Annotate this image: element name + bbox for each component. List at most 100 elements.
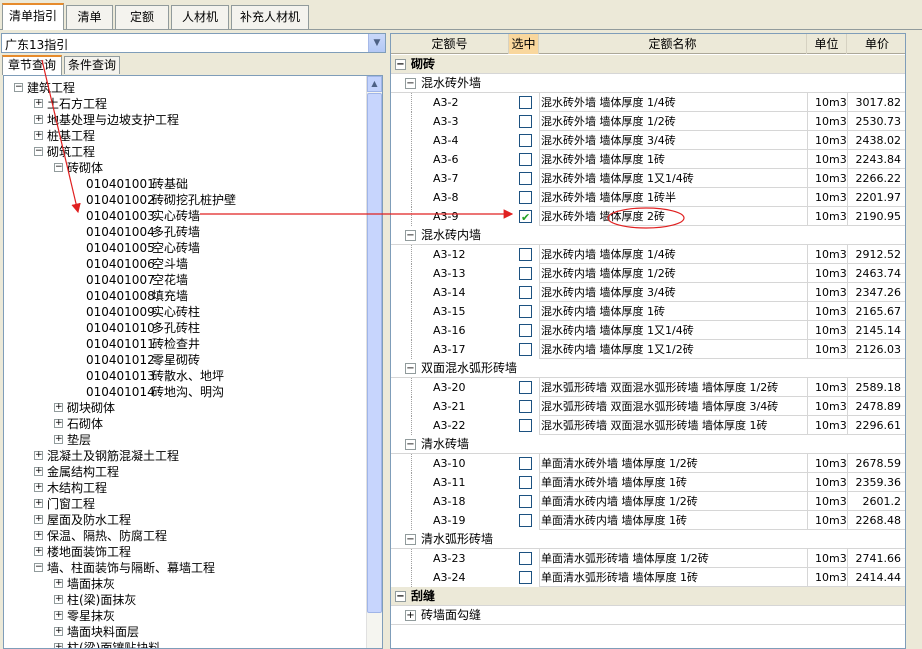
quota-row[interactable]: A3-2 混水砖外墙 墙体厚度 1/4砖 10m3 3017.82 — [391, 93, 905, 112]
quota-row[interactable]: A3-13 混水砖内墙 墙体厚度 1/2砖 10m3 2463.74 — [391, 264, 905, 283]
tab-labor-material-machine[interactable]: 人材机 — [171, 5, 229, 29]
select-checkbox[interactable] — [519, 457, 532, 470]
group-row[interactable]: − 砌砖 — [391, 55, 905, 74]
select-checkbox[interactable] — [519, 476, 532, 489]
quota-row[interactable]: A3-24 单面清水弧形砖墙 墙体厚度 1砖 10m3 2414.44 — [391, 568, 905, 587]
select-checkbox[interactable] — [519, 305, 532, 318]
quota-row[interactable]: A3-14 混水砖内墙 墙体厚度 3/4砖 10m3 2347.26 — [391, 283, 905, 302]
quota-row[interactable]: A3-11 单面清水砖外墙 墙体厚度 1砖 10m3 2359.36 — [391, 473, 905, 492]
select-checkbox[interactable] — [519, 96, 532, 109]
select-checkbox[interactable] — [519, 208, 532, 227]
expand-icon[interactable]: + — [34, 515, 43, 524]
select-checkbox[interactable] — [519, 419, 532, 432]
scroll-thumb[interactable] — [367, 93, 382, 613]
subgroup-row[interactable]: − 双面混水弧形砖墙 — [391, 359, 905, 378]
select-checkbox[interactable] — [519, 286, 532, 299]
header-unit[interactable]: 单位 — [807, 34, 847, 54]
quota-row[interactable]: A3-7 混水砖外墙 墙体厚度 1又1/4砖 10m3 2266.22 — [391, 169, 905, 188]
quota-row[interactable]: A3-15 混水砖内墙 墙体厚度 1砖 10m3 2165.67 — [391, 302, 905, 321]
header-price[interactable]: 单价 — [847, 34, 905, 54]
collapse-icon[interactable]: − — [395, 591, 406, 602]
collapse-icon[interactable]: − — [405, 534, 416, 545]
collapse-icon[interactable]: − — [405, 363, 416, 374]
chapter-tree[interactable]: ▲ − 建筑工程 + 土石方工程 + 地基处理与边坡支护工程 + 桩基工程 − 砌筑工程 − 砖砌体 0… — [3, 75, 383, 649]
expand-icon[interactable]: + — [34, 99, 43, 108]
expand-icon[interactable]: + — [54, 611, 63, 620]
select-checkbox[interactable] — [519, 115, 532, 128]
expand-icon[interactable]: + — [54, 627, 63, 636]
collapse-icon[interactable]: − — [405, 78, 416, 89]
select-checkbox[interactable] — [519, 514, 532, 527]
expand-icon[interactable]: + — [54, 643, 63, 648]
collapse-icon[interactable]: − — [54, 163, 63, 172]
quota-row[interactable]: A3-21 混水弧形砖墙 双面混水弧形砖墙 墙体厚度 3/4砖 10m3 2478.8… — [391, 397, 905, 416]
tab-list-guide[interactable]: 清单指引 — [2, 3, 64, 30]
select-checkbox[interactable] — [519, 343, 532, 356]
tab-chapter-query[interactable]: 章节查询 — [2, 55, 62, 75]
tree-scrollbar[interactable]: ▲ — [366, 76, 382, 648]
expand-icon[interactable]: + — [34, 131, 43, 140]
quota-row[interactable]: A3-6 混水砖外墙 墙体厚度 1砖 10m3 2243.84 — [391, 150, 905, 169]
expand-icon[interactable]: + — [34, 115, 43, 124]
chevron-down-icon[interactable]: ▼ — [368, 34, 385, 52]
expand-icon[interactable]: + — [54, 435, 63, 444]
subgroup-row[interactable]: − 清水弧形砖墙 — [391, 530, 905, 549]
select-checkbox[interactable] — [519, 571, 532, 584]
tab-supplement-lmm[interactable]: 补充人材机 — [231, 5, 309, 29]
expand-icon[interactable]: + — [405, 610, 416, 621]
select-checkbox[interactable] — [519, 191, 532, 204]
tab-quota[interactable]: 定额 — [115, 5, 169, 29]
select-checkbox[interactable] — [519, 248, 532, 261]
tab-condition-query[interactable]: 条件查询 — [64, 56, 120, 74]
quota-row[interactable]: A3-10 单面清水砖外墙 墙体厚度 1/2砖 10m3 2678.59 — [391, 454, 905, 473]
quota-row[interactable]: A3-17 混水砖内墙 墙体厚度 1又1/2砖 10m3 2126.03 — [391, 340, 905, 359]
select-checkbox[interactable] — [519, 134, 532, 147]
select-checkbox[interactable] — [519, 381, 532, 394]
select-checkbox[interactable] — [519, 172, 532, 185]
expand-icon[interactable]: + — [34, 451, 43, 460]
expand-icon[interactable]: + — [54, 595, 63, 604]
expand-icon[interactable]: + — [54, 419, 63, 428]
quota-row[interactable]: A3-9 混水砖外墙 墙体厚度 2砖 10m3 2190.95 — [391, 207, 905, 227]
quota-row[interactable]: A3-18 单面清水砖内墙 墙体厚度 1/2砖 10m3 2601.2 — [391, 492, 905, 511]
expand-icon[interactable]: + — [34, 483, 43, 492]
collapse-icon[interactable]: − — [34, 563, 43, 572]
collapse-icon[interactable]: − — [405, 230, 416, 241]
collapse-icon[interactable]: − — [14, 83, 23, 92]
select-checkbox[interactable] — [519, 267, 532, 280]
tab-list[interactable]: 清单 — [66, 5, 113, 29]
quota-row[interactable]: A3-12 混水砖内墙 墙体厚度 1/4砖 10m3 2912.52 — [391, 245, 905, 264]
quota-row[interactable]: A3-8 混水砖外墙 墙体厚度 1砖半 10m3 2201.97 — [391, 188, 905, 207]
scroll-up-icon[interactable]: ▲ — [367, 76, 382, 92]
guide-combo[interactable]: 广东13指引 ▼ — [1, 33, 386, 53]
quota-row[interactable]: A3-16 混水砖内墙 墙体厚度 1又1/4砖 10m3 2145.14 — [391, 321, 905, 340]
select-checkbox[interactable] — [519, 495, 532, 508]
subgroup-row[interactable]: − 混水砖内墙 — [391, 226, 905, 245]
select-checkbox[interactable] — [519, 552, 532, 565]
header-quota-name[interactable]: 定额名称 — [539, 34, 807, 54]
header-selected[interactable]: 选中 — [509, 34, 539, 54]
select-checkbox[interactable] — [519, 400, 532, 413]
quota-row[interactable]: A3-22 混水弧形砖墙 双面混水弧形砖墙 墙体厚度 1砖 10m3 2296.61 — [391, 416, 905, 435]
collapse-icon[interactable]: − — [34, 147, 43, 156]
collapse-icon[interactable]: − — [405, 439, 416, 450]
subgroup-row[interactable]: − 清水砖墙 — [391, 435, 905, 454]
expand-icon[interactable]: + — [54, 579, 63, 588]
expand-icon[interactable]: + — [54, 403, 63, 412]
quota-row[interactable]: A3-19 单面清水砖内墙 墙体厚度 1砖 10m3 2268.48 — [391, 511, 905, 530]
collapse-icon[interactable]: − — [395, 59, 406, 70]
expand-icon[interactable]: + — [34, 531, 43, 540]
header-quota-code[interactable]: 定额号 — [391, 34, 509, 54]
expand-icon[interactable]: + — [34, 499, 43, 508]
expand-icon[interactable]: + — [34, 547, 43, 556]
select-checkbox[interactable] — [519, 324, 532, 337]
group-row[interactable]: − 刮缝 — [391, 587, 905, 606]
subgroup-row[interactable]: − 混水砖外墙 — [391, 74, 905, 93]
expand-icon[interactable]: + — [34, 467, 43, 476]
subgroup-row[interactable]: + 砖墙面勾缝 — [391, 606, 905, 625]
quota-row[interactable]: A3-20 混水弧形砖墙 双面混水弧形砖墙 墙体厚度 1/2砖 10m3 2589.1… — [391, 378, 905, 397]
select-checkbox[interactable] — [519, 153, 532, 166]
quota-row[interactable]: A3-4 混水砖外墙 墙体厚度 3/4砖 10m3 2438.02 — [391, 131, 905, 150]
quota-row[interactable]: A3-3 混水砖外墙 墙体厚度 1/2砖 10m3 2530.73 — [391, 112, 905, 131]
quota-row[interactable]: A3-23 单面清水弧形砖墙 墙体厚度 1/2砖 10m3 2741.66 — [391, 549, 905, 568]
